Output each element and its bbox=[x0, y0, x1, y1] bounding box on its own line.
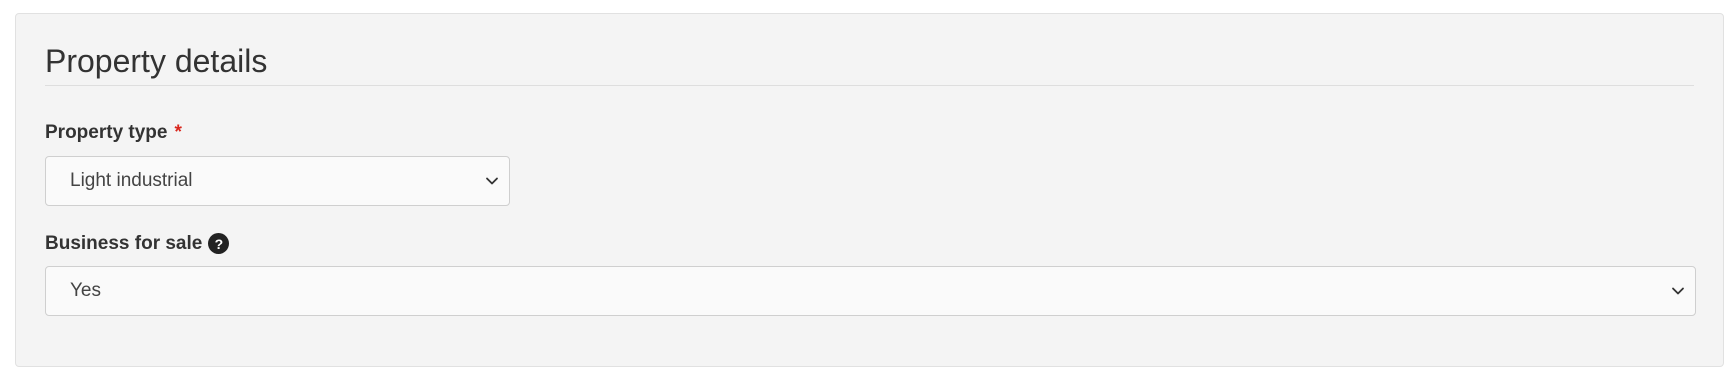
section-divider bbox=[45, 85, 1694, 86]
chevron-down-icon bbox=[486, 177, 498, 185]
question-circle-icon[interactable]: ? bbox=[208, 233, 230, 254]
business-for-sale-label-text: Business for sale bbox=[45, 233, 203, 254]
required-indicator: * bbox=[174, 122, 182, 143]
business-for-sale-label: Business for sale ? bbox=[45, 233, 230, 254]
chevron-down-icon bbox=[1672, 287, 1684, 295]
property-type-label-text: Property type bbox=[45, 122, 168, 143]
property-type-label: Property type * bbox=[45, 123, 182, 142]
business-for-sale-selected-value: Yes bbox=[70, 280, 101, 301]
section-title: Property details bbox=[45, 43, 268, 79]
property-type-select[interactable]: Light industrial bbox=[45, 156, 510, 206]
property-type-selected-value: Light industrial bbox=[70, 170, 193, 191]
property-details-panel: Property details Property type * Light i… bbox=[15, 13, 1724, 367]
business-for-sale-select[interactable]: Yes bbox=[45, 266, 1696, 316]
